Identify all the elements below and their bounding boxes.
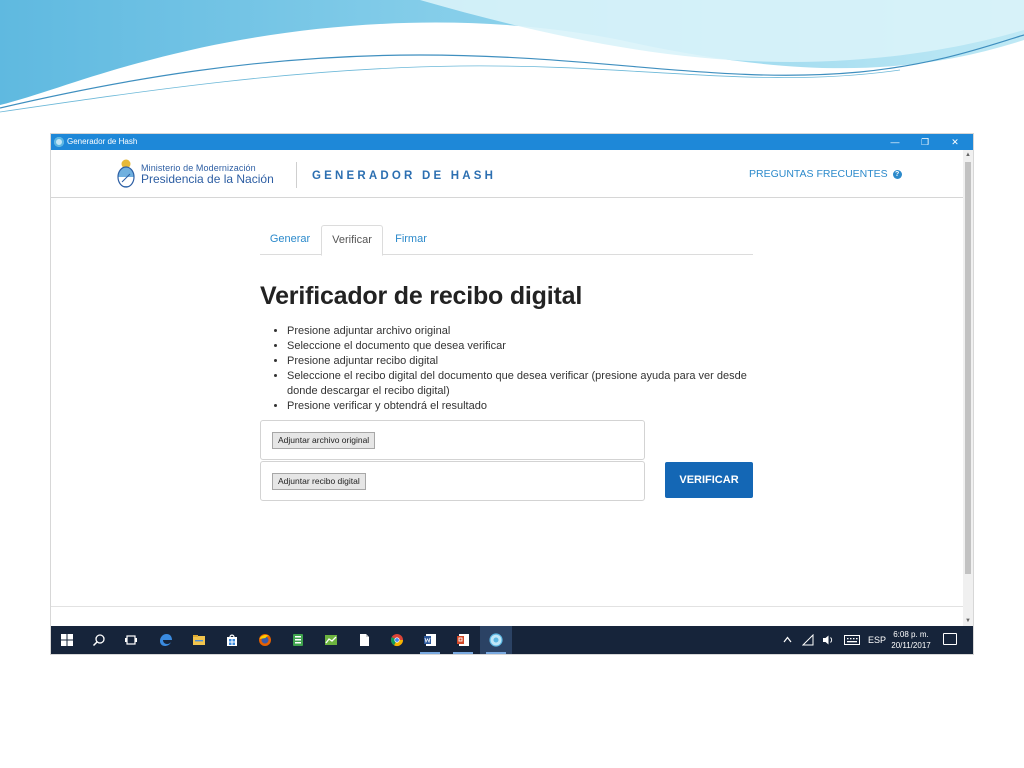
speaker-icon bbox=[823, 635, 833, 645]
presidency-name: Presidencia de la Nación bbox=[141, 172, 274, 186]
volume-button[interactable] bbox=[819, 626, 837, 654]
file-explorer-icon bbox=[193, 635, 205, 645]
app-content: Ministerio de Modernización Presidencia … bbox=[51, 150, 963, 626]
taskbar-file-explorer[interactable] bbox=[183, 626, 215, 654]
question-circle-icon: ? bbox=[892, 170, 902, 179]
restore-button[interactable]: ❐ bbox=[910, 134, 940, 150]
windows-start-icon bbox=[61, 634, 73, 646]
clock-date: 20/11/2017 bbox=[891, 641, 931, 650]
scrollbar-thumb[interactable] bbox=[965, 162, 971, 574]
store-icon bbox=[227, 634, 237, 646]
instruction-step: Presione verificar y obtendrá el resulta… bbox=[287, 399, 767, 414]
app-green-icon bbox=[293, 634, 303, 646]
page-title: Verificador de recibo digital bbox=[260, 282, 583, 310]
touch-keyboard-button[interactable] bbox=[841, 626, 863, 654]
input-language-button[interactable]: ESP bbox=[866, 626, 888, 654]
powerpoint-icon bbox=[457, 634, 469, 646]
app-chart-icon bbox=[325, 635, 337, 645]
file-icon bbox=[360, 634, 369, 646]
wifi-icon bbox=[801, 633, 814, 646]
clock-time: 6:08 p. m. bbox=[893, 630, 929, 639]
attach-original-file-button[interactable]: Adjuntar archivo original bbox=[272, 432, 376, 449]
faq-link[interactable]: PREGUNTAS FRECUENTES ? bbox=[749, 168, 902, 180]
instruction-step: Seleccione el documento que desea verifi… bbox=[287, 339, 767, 354]
taskbar-chart-app[interactable] bbox=[315, 626, 347, 654]
app-brand-title: GENERADOR DE HASH bbox=[312, 170, 497, 182]
taskbar-edge[interactable] bbox=[150, 626, 182, 654]
app-icon bbox=[54, 137, 64, 147]
site-header: Ministerio de Modernización Presidencia … bbox=[51, 150, 963, 198]
taskbar-green-app[interactable] bbox=[282, 626, 314, 654]
footer-divider bbox=[51, 606, 963, 607]
chevron-up-icon bbox=[783, 636, 791, 643]
taskbar-chrome[interactable] bbox=[381, 626, 413, 654]
start-button[interactable] bbox=[51, 626, 83, 654]
instruction-step: Presione adjuntar archivo original bbox=[287, 324, 767, 339]
taskbar-powerpoint[interactable] bbox=[447, 626, 479, 654]
taskbar-store[interactable] bbox=[216, 626, 248, 654]
task-view-icon bbox=[125, 635, 137, 645]
task-view-button[interactable] bbox=[115, 626, 147, 654]
faq-label: PREGUNTAS FRECUENTES bbox=[749, 168, 888, 180]
national-coat-of-arms-icon bbox=[117, 159, 135, 188]
digital-receipt-field: Adjuntar recibo digital bbox=[260, 461, 645, 501]
app-window: Generador de Hash — ❐ ✕ Ministerio de Mo… bbox=[51, 134, 973, 654]
chrome-icon bbox=[390, 634, 403, 647]
header-divider bbox=[296, 162, 297, 188]
close-button[interactable]: ✕ bbox=[940, 134, 970, 150]
tab-generar[interactable]: Generar bbox=[260, 225, 320, 254]
instruction-list: Presione adjuntar archivo original Selec… bbox=[267, 324, 767, 414]
show-hidden-icons-button[interactable] bbox=[779, 626, 795, 654]
network-button[interactable] bbox=[799, 626, 817, 654]
windows-taskbar: ESP 6:08 p. m. 20/11/2017 bbox=[51, 626, 973, 654]
taskbar-firefox[interactable] bbox=[249, 626, 281, 654]
firefox-icon bbox=[259, 634, 271, 646]
scroll-up-arrow-icon[interactable]: ▲ bbox=[963, 150, 973, 160]
edge-icon bbox=[160, 634, 172, 646]
instruction-step: Seleccione el recibo digital del documen… bbox=[287, 369, 767, 399]
taskbar-clock[interactable]: 6:08 p. m. 20/11/2017 bbox=[886, 629, 936, 651]
hash-generator-icon bbox=[489, 633, 503, 647]
search-icon bbox=[92, 634, 105, 647]
word-icon bbox=[424, 634, 436, 646]
verify-button[interactable]: VERIFICAR bbox=[665, 462, 753, 498]
taskbar-word[interactable] bbox=[414, 626, 446, 654]
decorative-wave-background bbox=[0, 0, 1024, 113]
taskbar-file[interactable] bbox=[348, 626, 380, 654]
taskbar-search-button[interactable] bbox=[83, 626, 115, 654]
instruction-step: Presione adjuntar recibo digital bbox=[287, 354, 767, 369]
tab-bar: Generar Verificar Firmar bbox=[260, 225, 753, 256]
scroll-down-arrow-icon[interactable]: ▼ bbox=[963, 616, 973, 626]
notification-center-icon[interactable] bbox=[943, 633, 957, 645]
vertical-scrollbar[interactable]: ▲ ▼ bbox=[963, 150, 973, 626]
tab-verificar[interactable]: Verificar bbox=[321, 225, 383, 256]
window-titlebar[interactable]: Generador de Hash — ❐ ✕ bbox=[51, 134, 973, 150]
window-title: Generador de Hash bbox=[67, 137, 138, 146]
keyboard-icon bbox=[844, 635, 860, 645]
minimize-button[interactable]: — bbox=[880, 134, 910, 150]
taskbar-hash-generator[interactable] bbox=[480, 626, 512, 654]
original-file-field: Adjuntar archivo original bbox=[260, 420, 645, 460]
tab-firmar[interactable]: Firmar bbox=[383, 225, 439, 254]
attach-digital-receipt-button[interactable]: Adjuntar recibo digital bbox=[272, 473, 366, 490]
